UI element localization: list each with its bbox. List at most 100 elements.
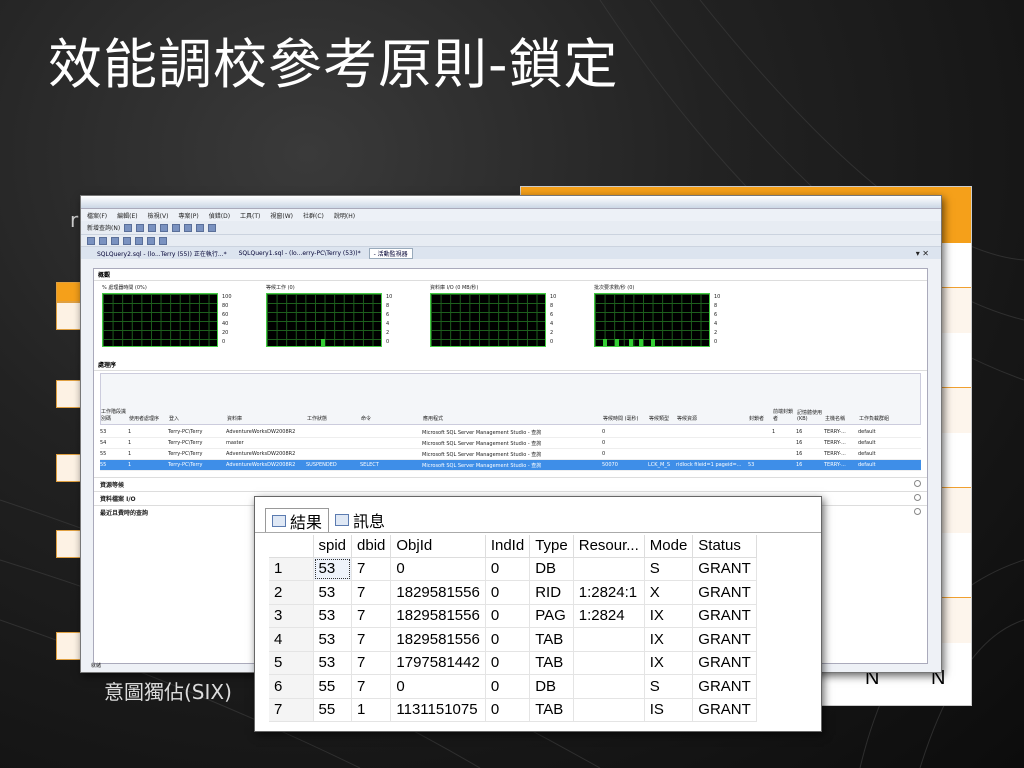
table-cell[interactable]: 7 [351,651,392,675]
table-cell[interactable]: 1797581442 [390,651,486,675]
save-icon[interactable] [184,223,193,232]
tab-sqlquery2[interactable]: SQLQuery2.sql - (lo...Terry (55)) 正在執行..… [93,249,231,258]
table-cell[interactable]: 0 [485,557,531,581]
resource-waits-section-header[interactable]: 資源等候 [94,477,927,491]
table-cell[interactable]: 55 [313,698,353,722]
row-number[interactable]: 2 [269,580,314,605]
table-row[interactable]: 2 53 7 1829581556 0 RID 1:2824:1 X GRANT [269,580,757,605]
menu-tools[interactable]: 工具(T) [240,211,260,220]
corner-cell[interactable] [269,535,314,558]
parse-icon[interactable] [135,236,143,245]
table-cell[interactable]: 0 [390,674,486,699]
table-cell[interactable]: IS [644,698,694,722]
column-header[interactable]: 封鎖者 [749,415,773,422]
expand-icon[interactable] [914,480,921,487]
table-row[interactable]: 3 53 7 1829581556 0 PAG 1:2824 IX GRANT [269,604,757,628]
column-header[interactable]: 工作狀態 [307,415,361,422]
menu-community[interactable]: 社群(C) [303,211,324,220]
table-cell[interactable]: GRANT [692,580,757,605]
stop-icon[interactable] [123,236,131,245]
results-grid-icon[interactable] [147,236,155,245]
menu-edit[interactable]: 編輯(E) [117,211,137,220]
table-cell[interactable]: S [644,557,694,581]
table-row[interactable]: 53 1 Terry-PC\Terry AdventureWorksDW2008R2 M… [100,427,921,438]
column-header[interactable]: dbid [351,535,392,558]
table-cell[interactable]: 53 [313,604,353,628]
column-header[interactable]: 應用程式 [423,415,603,422]
row-number[interactable]: 5 [269,651,314,675]
table-row[interactable]: 6 55 7 0 0 DB S GRANT [269,674,757,699]
table-cell[interactable]: 53 [313,557,353,581]
row-number[interactable]: 6 [269,674,314,699]
table-row[interactable]: 7 55 1 1131151075 0 TAB IS GRANT [269,698,757,722]
table-cell[interactable] [573,651,645,675]
column-header[interactable]: 主機名稱 [825,415,859,422]
table-cell[interactable]: TAB [529,627,574,652]
table-cell[interactable]: 0 [485,698,531,722]
table-cell[interactable]: 7 [351,604,392,628]
column-header[interactable]: 等候時間 (毫秒) [603,415,649,422]
column-header[interactable]: 使用者處理序 [129,415,169,422]
table-cell[interactable]: 0 [485,580,531,605]
comment-icon[interactable] [159,236,167,245]
tab-activity-monitor[interactable]: - 活動監視器 [368,247,413,259]
table-cell[interactable]: S [644,674,694,699]
table-cell[interactable]: TAB [529,651,574,675]
table-row[interactable]: 4 53 7 1829581556 0 TAB IX GRANT [269,627,757,652]
close-icon[interactable]: ▾ ✕ [916,249,929,258]
menu-file[interactable]: 檔案(F) [87,211,107,220]
table-cell[interactable]: GRANT [692,627,757,652]
menu-help[interactable]: 說明(H) [334,211,355,220]
table-cell[interactable]: IX [644,627,694,652]
table-cell[interactable]: 1:2824 [573,604,645,628]
table-cell[interactable]: 7 [351,580,392,605]
query-icon[interactable] [148,223,157,232]
table-row[interactable]: 55 1 Terry-PC\Terry AdventureWorksDW2008R2 M… [100,449,921,460]
open-file-icon[interactable] [124,223,133,232]
menu-view[interactable]: 檢視(V) [148,211,169,220]
table-cell[interactable] [573,557,645,581]
table-cell[interactable]: X [644,580,694,605]
column-header[interactable]: 資料庫 [227,415,307,422]
row-number[interactable]: 4 [269,627,314,652]
table-cell[interactable]: GRANT [692,698,757,722]
table-cell[interactable] [573,674,645,699]
table-row[interactable]: 55 1 Terry-PC\Terry AdventureWorksDW2008R2 S… [100,460,921,471]
table-cell[interactable]: 0 [485,674,531,699]
table-cell[interactable]: 55 [313,674,353,699]
overview-section-header[interactable]: 概觀 [94,269,927,281]
table-cell[interactable]: GRANT [692,604,757,628]
table-cell[interactable]: DB [529,557,574,581]
open-icon[interactable] [172,223,181,232]
column-header[interactable]: Type [529,535,574,558]
column-header[interactable]: 工作階段識別碼 [101,408,129,422]
column-header[interactable]: Status [692,535,757,558]
column-header[interactable]: ObjId [390,535,486,558]
menu-debug[interactable]: 偵錯(D) [209,211,230,220]
table-cell[interactable]: TAB [529,698,574,722]
table-cell[interactable]: IX [644,604,694,628]
execute-icon[interactable] [99,236,107,245]
activity-monitor-icon[interactable] [208,223,217,232]
column-header[interactable]: 記憶體使用 (KB) [797,409,825,422]
tab-results[interactable]: 結果 [265,508,330,532]
table-cell[interactable]: GRANT [692,674,757,699]
column-header[interactable]: IndId [485,535,531,558]
table-cell[interactable]: 0 [485,627,531,652]
menu-window[interactable]: 視窗(W) [270,211,293,220]
column-header[interactable]: Mode [644,535,694,558]
column-header[interactable]: spid [313,535,353,558]
query-icon[interactable] [136,223,145,232]
table-cell[interactable]: 1829581556 [390,580,486,605]
table-cell[interactable]: 53 [313,580,353,605]
column-header[interactable]: 前端封鎖者 [773,408,797,422]
table-row[interactable]: 5 53 7 1797581442 0 TAB IX GRANT [269,651,757,675]
table-cell[interactable]: 1829581556 [390,627,486,652]
row-number[interactable]: 1 [269,557,314,581]
table-cell[interactable]: RID [529,580,574,605]
column-header[interactable]: 等候類型 [649,415,677,422]
table-cell[interactable]: 7 [351,627,392,652]
debug-icon[interactable] [111,236,119,245]
table-cell[interactable]: 53 [313,651,353,675]
column-header[interactable]: 登入 [169,415,227,422]
